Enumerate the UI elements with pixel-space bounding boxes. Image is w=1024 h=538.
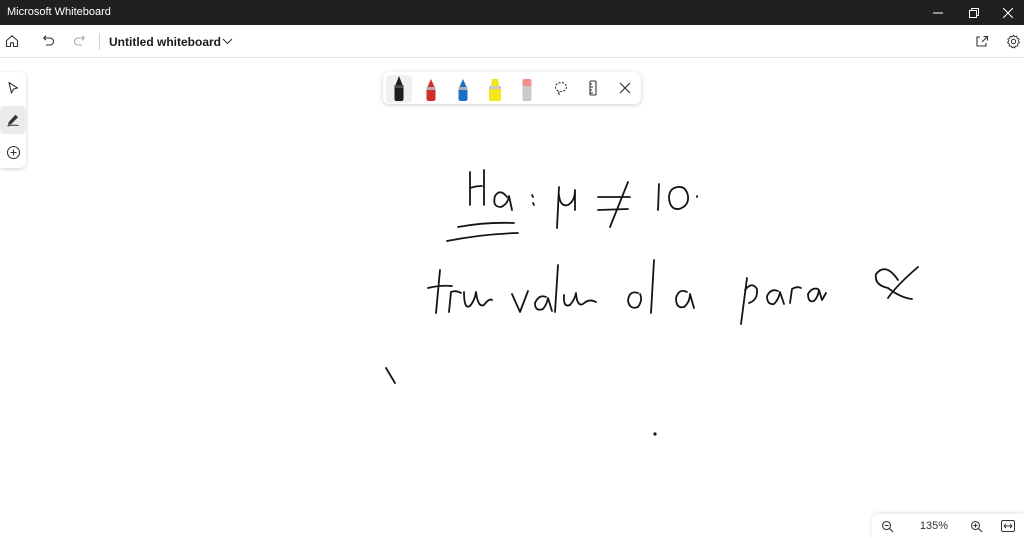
app-toolbar: Untitled whiteboard <box>0 25 1024 58</box>
undo-icon <box>43 35 55 46</box>
ink-stroke <box>766 289 785 305</box>
ink-stroke <box>534 295 553 312</box>
ink-stroke <box>650 259 655 314</box>
eraser-icon <box>522 79 532 101</box>
ink-stroke <box>427 284 453 289</box>
pen-icon <box>7 114 19 127</box>
document-title[interactable]: Untitled whiteboard <box>109 35 221 49</box>
zoom-in-icon <box>970 520 982 532</box>
ink-stroke <box>511 290 529 313</box>
zoom-level[interactable]: 135% <box>916 520 952 532</box>
ink-stroke <box>385 367 396 384</box>
eraser-button[interactable] <box>514 75 540 103</box>
redo-icon <box>73 35 85 46</box>
redo-button[interactable] <box>68 29 92 53</box>
black-pen-button[interactable] <box>386 75 412 103</box>
gear-icon <box>1006 34 1020 48</box>
close-tray-button[interactable] <box>615 78 635 98</box>
ink-layer <box>385 169 919 436</box>
add-content-button[interactable] <box>0 138 26 166</box>
ink-stroke <box>532 202 535 206</box>
undo-button[interactable] <box>36 29 60 53</box>
zoom-out-icon <box>881 520 893 532</box>
share-icon <box>976 35 989 47</box>
pen-tray <box>383 72 641 104</box>
ink-stroke <box>675 289 695 309</box>
ink-dot <box>653 432 657 436</box>
inking-tool-button[interactable] <box>0 106 26 134</box>
ink-stroke <box>493 191 513 211</box>
ink-stroke <box>554 264 559 313</box>
ink-stroke <box>627 291 643 309</box>
ink-stroke <box>887 266 919 299</box>
title-menu-button[interactable] <box>220 34 234 48</box>
highlighter-icon <box>489 79 501 101</box>
plus-circle-icon <box>6 145 20 159</box>
ink-stroke <box>668 186 689 210</box>
lasso-icon <box>554 81 568 96</box>
fit-to-screen-button[interactable] <box>998 517 1018 535</box>
ink-stroke <box>744 284 758 304</box>
zoom-controls: 135% <box>872 514 1024 538</box>
ink-stroke <box>807 287 827 303</box>
home-button[interactable] <box>0 29 24 53</box>
restore-button[interactable] <box>956 0 992 25</box>
minimize-icon <box>933 12 943 13</box>
tool-rail <box>0 72 26 168</box>
blue-pen-button[interactable] <box>450 75 476 103</box>
settings-button[interactable] <box>1001 29 1024 53</box>
ink-stroke <box>446 232 519 242</box>
ink-stroke <box>657 183 660 211</box>
close-window-button[interactable] <box>990 0 1024 25</box>
red-pen-button[interactable] <box>418 75 444 103</box>
ink-stroke <box>435 269 441 314</box>
ink-stroke <box>740 277 748 325</box>
zoom-out-button[interactable] <box>877 517 897 535</box>
ink-stroke <box>789 286 802 304</box>
ink-stroke <box>469 185 483 189</box>
ink-stroke <box>531 194 534 198</box>
whiteboard-app: Microsoft Whiteboard Untitled whiteboard… <box>0 0 1024 538</box>
black-pen-icon <box>394 76 404 101</box>
blue-pen-icon <box>458 79 468 101</box>
ink-stroke <box>448 290 462 313</box>
zoom-in-button[interactable] <box>966 517 986 535</box>
ink-stroke <box>463 291 493 308</box>
app-title: Microsoft Whiteboard <box>7 6 111 18</box>
fit-screen-icon <box>1001 520 1015 532</box>
ruler-icon <box>589 80 597 96</box>
red-pen-icon <box>426 79 436 101</box>
select-tool-button[interactable] <box>0 74 26 102</box>
ink-stroke <box>609 181 629 228</box>
close-icon <box>1003 7 1013 18</box>
ink-stroke <box>556 186 560 229</box>
close-icon <box>619 82 631 94</box>
minimize-button[interactable] <box>920 0 956 25</box>
ink-stroke <box>562 292 597 307</box>
ink-stroke <box>597 208 629 211</box>
ink-stroke <box>874 268 913 300</box>
restore-icon <box>969 7 979 18</box>
chevron-down-icon <box>222 38 232 44</box>
share-button[interactable] <box>970 29 994 53</box>
ink-stroke <box>457 221 515 228</box>
cursor-icon <box>8 81 19 94</box>
lasso-select-button[interactable] <box>551 78 571 98</box>
home-icon <box>5 35 19 48</box>
toolbar-separator <box>99 33 100 50</box>
yellow-highlighter-button[interactable] <box>482 75 508 103</box>
title-bar: Microsoft Whiteboard <box>0 0 1024 25</box>
whiteboard-canvas[interactable] <box>0 58 1024 538</box>
ink-stroke <box>558 189 576 211</box>
ruler-button[interactable] <box>583 78 603 98</box>
